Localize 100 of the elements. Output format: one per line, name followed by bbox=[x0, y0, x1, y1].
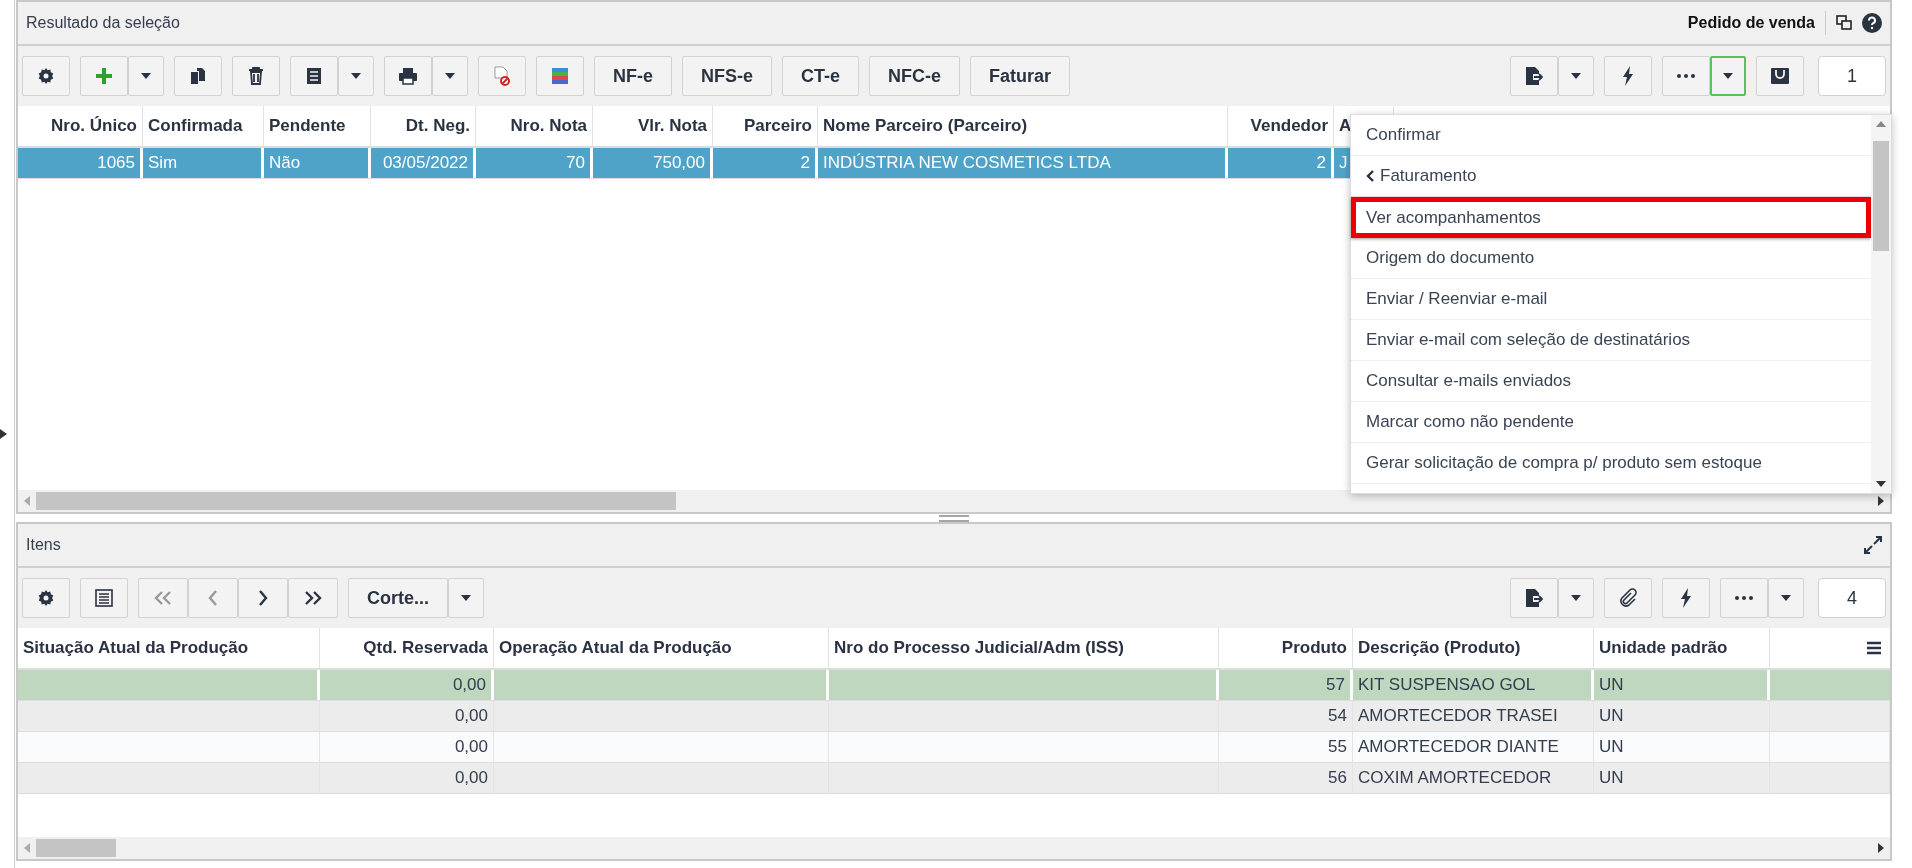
scrollbar-thumb[interactable] bbox=[1873, 141, 1889, 251]
menu-item[interactable]: Ver acompanhamentos bbox=[1351, 197, 1871, 238]
windows-icon[interactable] bbox=[1836, 15, 1852, 31]
document-export-icon bbox=[1525, 66, 1543, 86]
menu-item[interactable]: Consultar e-mails enviados bbox=[1351, 361, 1871, 402]
menu-item[interactable]: Faturamento bbox=[1351, 156, 1871, 197]
menu-item[interactable]: Enviar e-mail com seleção de destinatários bbox=[1351, 320, 1871, 361]
scroll-up-icon[interactable] bbox=[1876, 121, 1886, 127]
form-view-button[interactable] bbox=[80, 578, 128, 618]
table-row[interactable]: 0,00 55 AMORTECEDOR DIANTE UN bbox=[18, 732, 1890, 763]
dropdown-button[interactable] bbox=[338, 56, 374, 96]
document-cancel-icon bbox=[493, 66, 511, 86]
add-button[interactable] bbox=[80, 56, 128, 96]
table-cell: UN bbox=[1594, 670, 1770, 700]
chevron-right-icon bbox=[258, 590, 268, 606]
column-header[interactable]: Vlr. Nota bbox=[593, 106, 713, 146]
column-header[interactable]: Confirmada bbox=[143, 106, 264, 146]
dropdown-button[interactable] bbox=[432, 56, 468, 96]
list-button[interactable] bbox=[290, 56, 338, 96]
layers-button[interactable] bbox=[536, 56, 584, 96]
expand-arrow-icon[interactable] bbox=[0, 429, 7, 439]
record-counter: 4 bbox=[1818, 578, 1886, 618]
first-page-button[interactable] bbox=[138, 578, 188, 618]
settings-button[interactable] bbox=[22, 578, 70, 618]
dropdown-button[interactable] bbox=[1558, 56, 1594, 96]
column-header[interactable]: Qtd. Reservada bbox=[320, 628, 494, 668]
scrollbar-thumb[interactable] bbox=[36, 492, 676, 510]
table-cell: KIT SUSPENSAO GOL bbox=[1353, 670, 1594, 700]
filter-button[interactable]: Corte... bbox=[348, 578, 448, 618]
column-header[interactable]: Descrição (Produto) bbox=[1353, 628, 1594, 668]
table-row[interactable]: 0,00 57 KIT SUSPENSAO GOL UN bbox=[18, 670, 1890, 701]
caret-icon bbox=[1723, 73, 1733, 79]
bolt-button[interactable] bbox=[1662, 578, 1710, 618]
table-cell: 55 bbox=[1219, 732, 1353, 762]
attachment-button[interactable] bbox=[1604, 578, 1652, 618]
expand-icon[interactable] bbox=[1864, 536, 1882, 554]
bolt-icon bbox=[1622, 66, 1634, 86]
column-header[interactable]: Produto bbox=[1219, 628, 1353, 668]
cancel-document-button[interactable] bbox=[478, 56, 526, 96]
gear-icon bbox=[37, 589, 55, 607]
toolbar-button[interactable]: CT-e bbox=[782, 56, 860, 96]
export-button[interactable] bbox=[1510, 56, 1558, 96]
column-header[interactable]: Nro. Único bbox=[18, 106, 143, 146]
toolbar-button[interactable]: NFS-e bbox=[682, 56, 772, 96]
table-row[interactable]: 0,00 54 AMORTECEDOR TRASEI UN bbox=[18, 701, 1890, 732]
caret-icon bbox=[1571, 595, 1581, 601]
toolbar-button[interactable]: NF-e bbox=[594, 56, 672, 96]
column-header[interactable]: Operação Atual da Produção bbox=[494, 628, 829, 668]
bag-button[interactable] bbox=[1756, 56, 1804, 96]
copy-button[interactable] bbox=[174, 56, 222, 96]
table-cell: Não bbox=[264, 148, 371, 178]
column-header[interactable]: Unidade padrão bbox=[1594, 628, 1770, 668]
menu-item[interactable]: Origem do documento bbox=[1351, 238, 1871, 279]
toolbar-button[interactable]: Faturar bbox=[970, 56, 1071, 96]
table-cell: UN bbox=[1594, 763, 1770, 793]
column-menu-icon[interactable] bbox=[1866, 641, 1882, 655]
scroll-down-icon[interactable] bbox=[1876, 481, 1886, 487]
dropdown-button[interactable] bbox=[1768, 578, 1804, 618]
caret-icon bbox=[445, 73, 455, 79]
print-button[interactable] bbox=[384, 56, 432, 96]
menu-item[interactable]: Marcar como não pendente bbox=[1351, 402, 1871, 443]
panel-title: Itens bbox=[26, 536, 61, 554]
double-chevron-left-icon bbox=[154, 591, 172, 605]
column-header[interactable]: Nro do Processo Judicial/Adm (ISS) bbox=[829, 628, 1219, 668]
column-header[interactable]: Pendente bbox=[264, 106, 371, 146]
last-page-button[interactable] bbox=[288, 578, 338, 618]
panel-title: Resultado da seleção bbox=[26, 14, 180, 32]
splitter-handle-icon[interactable] bbox=[939, 514, 969, 522]
table-cell: 0,00 bbox=[320, 670, 494, 700]
column-header[interactable]: Vendedor bbox=[1228, 106, 1334, 146]
bolt-button[interactable] bbox=[1604, 56, 1652, 96]
scroll-right-icon[interactable] bbox=[1878, 496, 1884, 506]
settings-button[interactable] bbox=[22, 56, 70, 96]
menu-item[interactable]: Gerar solicitação de compra p/ produto sem estoque bbox=[1351, 443, 1871, 484]
dropdown-button[interactable] bbox=[1710, 56, 1746, 96]
scroll-right-icon[interactable] bbox=[1878, 843, 1884, 853]
scrollbar-thumb[interactable] bbox=[36, 839, 116, 857]
column-header[interactable]: Dt. Neg. bbox=[371, 106, 476, 146]
copy-icon bbox=[189, 67, 207, 85]
export-button[interactable] bbox=[1510, 578, 1558, 618]
paperclip-icon bbox=[1618, 588, 1638, 608]
table-cell: AMORTECEDOR DIANTE bbox=[1353, 732, 1594, 762]
toolbar-button[interactable]: NFC-e bbox=[869, 56, 961, 96]
dropdown-button[interactable] bbox=[448, 578, 484, 618]
column-header[interactable]: Situação Atual da Produção bbox=[18, 628, 320, 668]
dropdown-button[interactable] bbox=[128, 56, 164, 96]
menu-item[interactable]: Confirmar bbox=[1351, 115, 1871, 156]
table-cell: 750,00 bbox=[593, 148, 713, 178]
menu-item[interactable]: Enviar / Reenviar e-mail bbox=[1351, 279, 1871, 320]
delete-button[interactable] bbox=[232, 56, 280, 96]
table-cell: 70 bbox=[476, 148, 593, 178]
column-header[interactable]: Parceiro bbox=[713, 106, 818, 146]
help-icon[interactable] bbox=[1862, 13, 1882, 33]
more-icon bbox=[1735, 596, 1753, 600]
table-cell: 0,00 bbox=[320, 701, 494, 731]
table-row[interactable]: 0,00 56 COXIM AMORTECEDOR UN bbox=[18, 763, 1890, 794]
dropdown-button[interactable] bbox=[1558, 578, 1594, 618]
column-header[interactable]: Nro. Nota bbox=[476, 106, 593, 146]
caret-icon bbox=[1781, 595, 1791, 601]
column-header[interactable]: Nome Parceiro (Parceiro) bbox=[818, 106, 1228, 146]
